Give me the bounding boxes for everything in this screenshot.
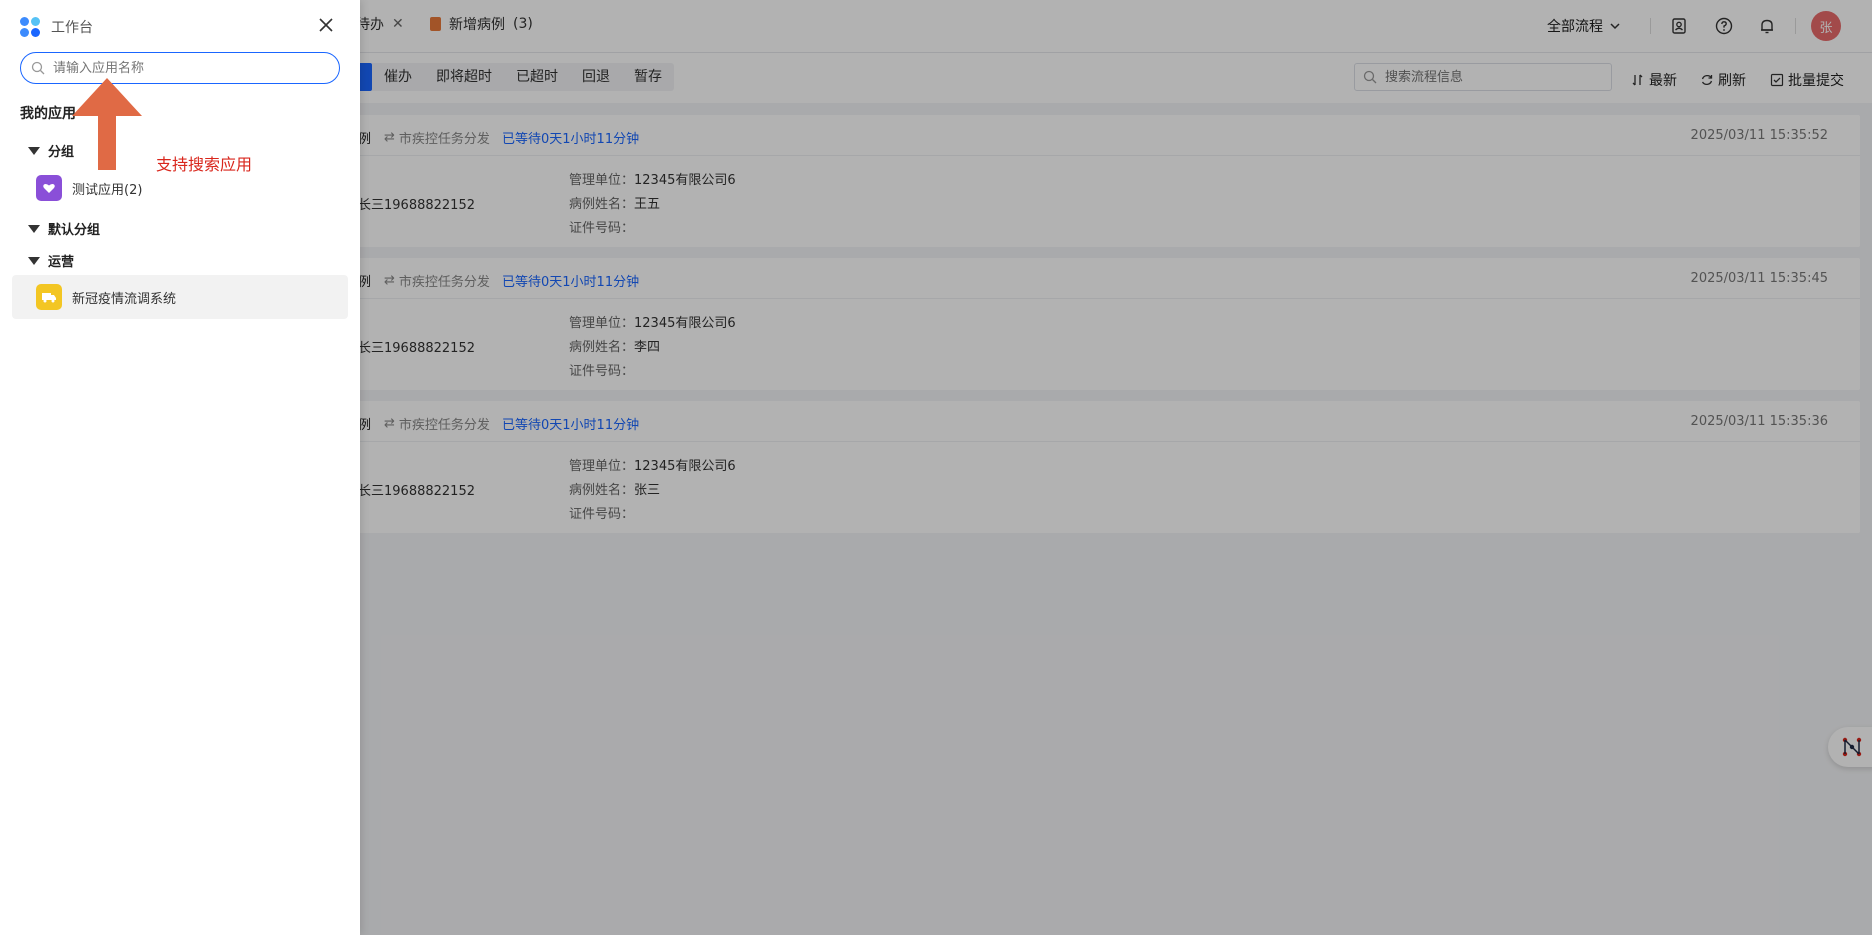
app-item[interactable]: 新冠疫情流调系统 — [12, 275, 348, 319]
caret-down-icon — [28, 256, 40, 265]
app-name: 新冠疫情流调系统 — [72, 291, 177, 307]
group-header[interactable]: 运营 — [28, 251, 74, 270]
group-name: 运营 — [48, 255, 75, 270]
heart-icon — [36, 175, 62, 201]
app-search[interactable] — [20, 52, 340, 84]
caret-down-icon — [28, 146, 40, 155]
group-header[interactable]: 分组 — [28, 141, 74, 160]
close-icon[interactable] — [315, 14, 337, 36]
group-name: 默认分组 — [48, 223, 101, 238]
drawer-title: 工作台 — [51, 20, 93, 36]
group-header[interactable]: 默认分组 — [28, 219, 100, 238]
apps-logo-icon — [20, 17, 40, 37]
app-search-input[interactable] — [51, 59, 325, 77]
workbench-drawer: 工作台 我的应用 分组 测试应用(2) 默认分组 运营 新冠疫情流调系统 支持搜… — [0, 0, 360, 935]
annotation-text: 支持搜索应用 — [156, 155, 253, 174]
search-icon — [31, 61, 45, 75]
caret-down-icon — [28, 224, 40, 233]
truck-icon — [36, 284, 62, 310]
group-name: 分组 — [48, 145, 75, 160]
section-title: 我的应用 — [20, 106, 76, 122]
app-name: 测试应用(2) — [72, 182, 143, 198]
arrow-up-icon — [72, 78, 142, 170]
